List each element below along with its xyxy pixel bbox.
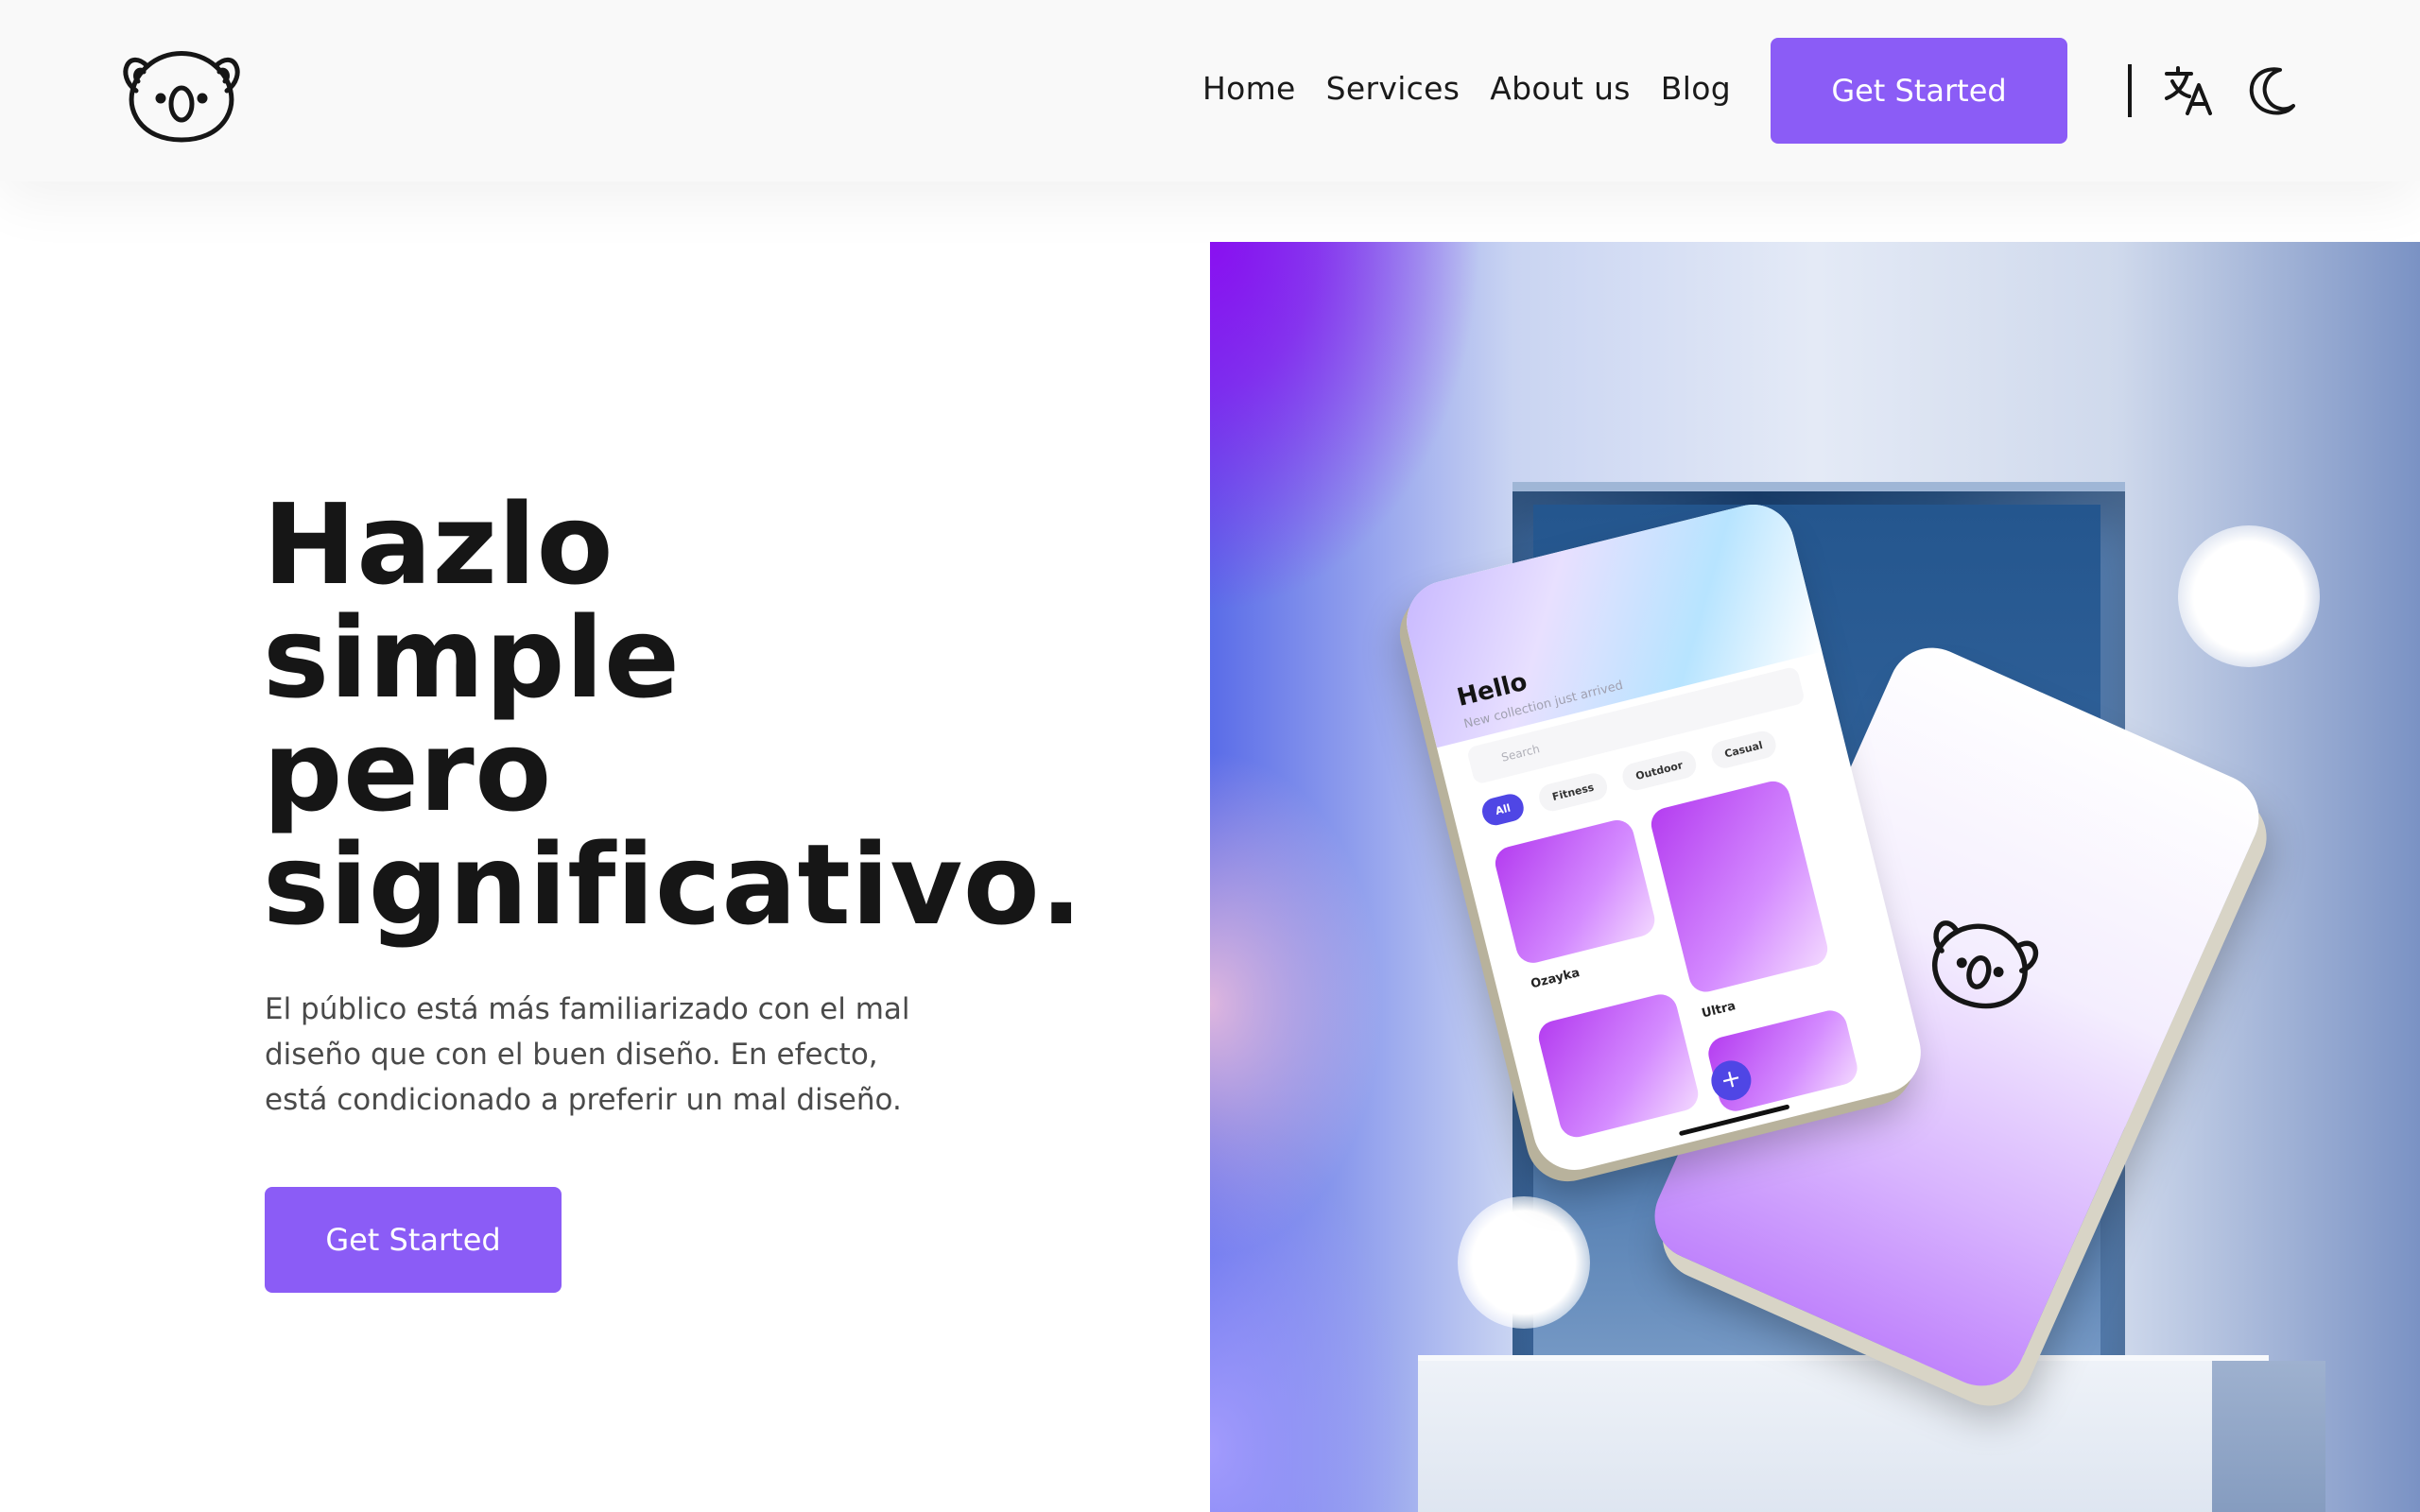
site-header: Home Services About us Blog Get Started — [0, 0, 2420, 181]
hero-illustration: Hello New collection just arrived Search… — [1210, 242, 2420, 1512]
glow-orb — [1458, 1196, 1590, 1329]
nav-about-link[interactable]: About us — [1490, 66, 1631, 112]
hero-title-line: significativo. — [263, 819, 1083, 950]
translate-icon[interactable] — [2163, 64, 2214, 117]
hero-title-line: Hazlo — [263, 479, 614, 610]
pedestal-side — [2212, 1361, 2325, 1512]
phone-chip: Outdoor — [1619, 747, 1700, 794]
phone-chip: Fitness — [1536, 770, 1611, 815]
hero-description-line: está condicionado a preferir un mal dise… — [265, 1083, 902, 1117]
phone-product-card — [1535, 990, 1703, 1142]
phone-card-label: Ozayka — [1529, 966, 1582, 992]
koala-icon — [1932, 920, 2039, 1009]
hero-description-line: diseño que con el buen diseño. En efecto… — [265, 1038, 878, 1072]
hero-description-line: El público está más familiarizado con el… — [265, 992, 910, 1026]
pedestal — [1418, 1355, 2269, 1512]
nav-blog-link[interactable]: Blog — [1661, 66, 1731, 112]
hero-title-line: simple — [263, 593, 681, 723]
main-nav: Home Services About us Blog — [1202, 66, 1731, 112]
nav-home-link[interactable]: Home — [1202, 66, 1296, 112]
moon-icon[interactable] — [2248, 66, 2297, 115]
nav-services-link[interactable]: Services — [1326, 66, 1461, 112]
hero-title: Hazlo simple pero significativo. — [263, 488, 1170, 941]
hero-get-started-button[interactable]: Get Started — [265, 1187, 562, 1293]
phone-chip: All — [1479, 791, 1527, 829]
phone-product-card — [1492, 816, 1659, 967]
phone-card-label: Ultra — [1700, 999, 1737, 1022]
header-get-started-button[interactable]: Get Started — [1771, 38, 2067, 144]
koala-logo-icon[interactable] — [119, 38, 244, 144]
phone-chip: Casual — [1708, 728, 1779, 771]
hero-description: El público está más familiarizado con el… — [265, 987, 983, 1123]
header-divider — [2128, 64, 2132, 117]
phone-product-card — [1648, 778, 1831, 996]
glow-orb — [2178, 525, 2320, 667]
hero-title-line: pero — [263, 706, 552, 836]
